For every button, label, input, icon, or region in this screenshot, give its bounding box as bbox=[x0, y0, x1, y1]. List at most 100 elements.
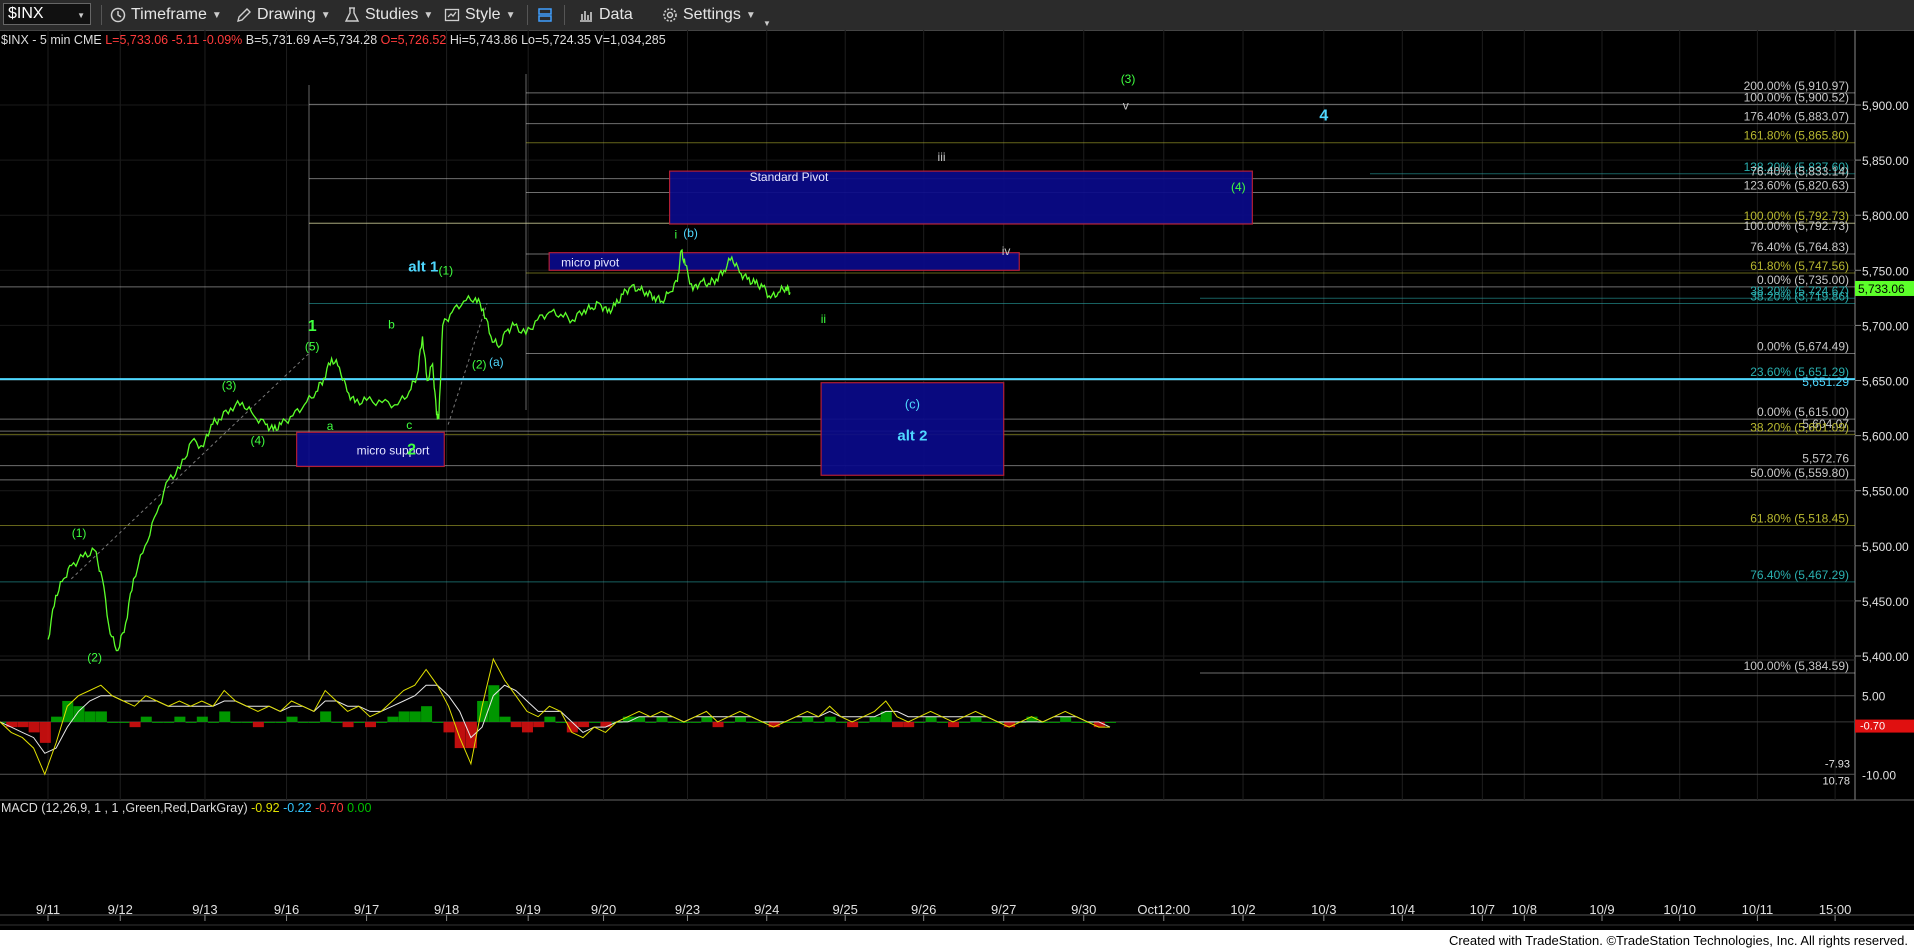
macd-histogram-bar bbox=[914, 721, 926, 723]
macd-histogram-bar bbox=[409, 711, 421, 722]
price-chart[interactable]: 9/11 9/12 9/13 9/16 9/17 9/18 9/19 9/20 9/23 9/24… bbox=[0, 30, 1914, 930]
fib-label: 100.00% (5,900.52) bbox=[1744, 90, 1849, 104]
macd-histogram-bar bbox=[656, 716, 668, 722]
macd-histogram-bar bbox=[1093, 721, 1105, 728]
macd-histogram-bar bbox=[365, 721, 376, 728]
macd-histogram-bar bbox=[858, 721, 870, 723]
macd-histogram-bar bbox=[1060, 716, 1072, 722]
macd-histogram-bar bbox=[970, 716, 982, 722]
macd-histogram-bar bbox=[835, 721, 847, 723]
y-tick-label: 5,700.00 bbox=[1862, 319, 1909, 333]
symbol-selector[interactable]: $INX ▼ bbox=[3, 3, 91, 25]
macd-histogram-bar bbox=[196, 716, 208, 722]
macd-value: -0.92 bbox=[251, 801, 280, 815]
style-menu[interactable]: Style ▼ bbox=[444, 4, 515, 26]
macd-histogram-bar bbox=[342, 721, 354, 728]
gear-icon bbox=[663, 8, 677, 22]
wave-label: a bbox=[327, 419, 334, 433]
y-tick-label: 5,550.00 bbox=[1862, 485, 1909, 499]
macd-zero-value: 0.00 bbox=[347, 801, 372, 815]
wave-label: 2 bbox=[407, 441, 416, 458]
macd-histogram-bar bbox=[1048, 721, 1060, 723]
macd-histogram-bar bbox=[521, 721, 533, 733]
wave-label: (1) bbox=[438, 264, 453, 278]
macd-histogram-bar bbox=[174, 716, 186, 722]
macd-histogram-bar bbox=[645, 721, 657, 723]
data-menu[interactable]: Data bbox=[578, 4, 633, 26]
macd-histogram-bar bbox=[95, 711, 107, 722]
x-tick-label: 10/7 bbox=[1470, 902, 1495, 917]
fib-label: 76.40% (5,833.14) bbox=[1750, 165, 1849, 179]
macd-hist-label: -0.70 bbox=[1860, 721, 1885, 733]
high-price: Hi=5,743.86 bbox=[449, 33, 518, 47]
macd-histogram-bar bbox=[802, 716, 814, 722]
fib-label: 76.40% (5,467.29) bbox=[1750, 568, 1849, 582]
macd-histogram-bar bbox=[443, 721, 455, 733]
volume: V=1,034,285 bbox=[594, 33, 666, 47]
macd-histogram-bar bbox=[499, 716, 511, 722]
fib-label: 5,651.29 bbox=[1802, 375, 1849, 389]
toolbar-separator bbox=[527, 5, 528, 25]
drawing-menu[interactable]: Drawing ▼ bbox=[236, 4, 331, 26]
toolbar-separator bbox=[101, 5, 102, 25]
macd-y-label: -10.00 bbox=[1862, 768, 1896, 782]
macd-histogram-bar bbox=[948, 721, 960, 728]
y-tick-label: 5,900.00 bbox=[1862, 99, 1909, 113]
macd-histogram-bar bbox=[735, 716, 746, 722]
y-tick-label: 5,800.00 bbox=[1862, 209, 1909, 223]
wave-label: i bbox=[674, 227, 677, 241]
y-tick-label: 5,750.00 bbox=[1862, 264, 1909, 278]
macd-histogram-bar bbox=[51, 716, 63, 722]
macd-histogram-bar bbox=[421, 706, 433, 722]
macd-histogram-bar bbox=[17, 721, 29, 728]
macd-histogram-bar bbox=[39, 721, 51, 743]
macd-histogram-bar bbox=[73, 706, 85, 722]
macd-histogram-bar bbox=[903, 721, 915, 728]
symbol-label: $INX bbox=[8, 5, 44, 22]
fib-label: 100.00% (5,384.59) bbox=[1744, 659, 1849, 673]
wave-label: (3) bbox=[1121, 72, 1136, 86]
settings-menu[interactable]: Settings ▼ bbox=[662, 4, 756, 26]
copyright-text: Created with TradeStation. ©TradeStation… bbox=[1448, 933, 1908, 948]
macd-hist-value: -0.70 bbox=[315, 801, 344, 815]
macd-histogram-bar bbox=[690, 721, 702, 723]
macd-histogram-bar bbox=[320, 711, 332, 722]
wave-label: b bbox=[388, 318, 395, 332]
symbol-description: $INX - 5 min CME bbox=[1, 33, 102, 47]
x-tick-label: 9/30 bbox=[1071, 902, 1096, 917]
macd-histogram-bar bbox=[712, 721, 724, 728]
symbol-info-bar: $INX - 5 min CME L=5,733.06 -5.11 -0.09%… bbox=[1, 33, 666, 47]
macd-histogram-bar bbox=[1105, 721, 1116, 723]
macd-histogram-bar bbox=[297, 721, 309, 723]
macd-histogram-bar bbox=[701, 716, 713, 722]
macd-histogram-bar bbox=[981, 721, 993, 723]
x-tick-label: 9/24 bbox=[754, 902, 779, 917]
x-tick-label: 10/11 bbox=[1742, 902, 1774, 917]
macd-histogram-bar bbox=[555, 721, 567, 723]
zone-label: (c) bbox=[905, 397, 920, 412]
timeframe-label: Timeframe bbox=[131, 6, 207, 23]
macd-histogram-bar bbox=[28, 721, 40, 733]
wave-label: (3) bbox=[222, 378, 237, 392]
x-tick-label: 9/26 bbox=[911, 902, 936, 917]
studies-menu[interactable]: Studies ▼ bbox=[344, 4, 433, 26]
macd-histogram-bar bbox=[634, 716, 646, 722]
macd-histogram-bar bbox=[140, 716, 152, 722]
x-tick-label: 9/20 bbox=[591, 902, 616, 917]
fib-label: 38.20% (5,719.86) bbox=[1750, 290, 1849, 304]
y-tick-label: 5,600.00 bbox=[1862, 430, 1909, 444]
fib-label: 38.20% (5,601.09) bbox=[1750, 420, 1849, 434]
wave-label: (a) bbox=[489, 355, 504, 369]
layout-button[interactable] bbox=[537, 4, 553, 26]
style-icon bbox=[444, 8, 460, 22]
fib-label: 123.60% (5,820.63) bbox=[1744, 178, 1849, 192]
macd-histogram-bar bbox=[667, 721, 679, 723]
macd-histogram-bar bbox=[398, 711, 410, 722]
x-tick-label: Oct12:00 bbox=[1137, 902, 1190, 917]
percent-change: -0.09% bbox=[202, 33, 243, 47]
wave-label: (1) bbox=[72, 526, 87, 540]
timeframe-menu[interactable]: Timeframe ▼ bbox=[110, 4, 222, 26]
macd-histogram-bar bbox=[791, 721, 803, 723]
chevron-down-icon: ▼ bbox=[505, 9, 516, 21]
chevron-down-icon: ▼ bbox=[77, 11, 85, 20]
